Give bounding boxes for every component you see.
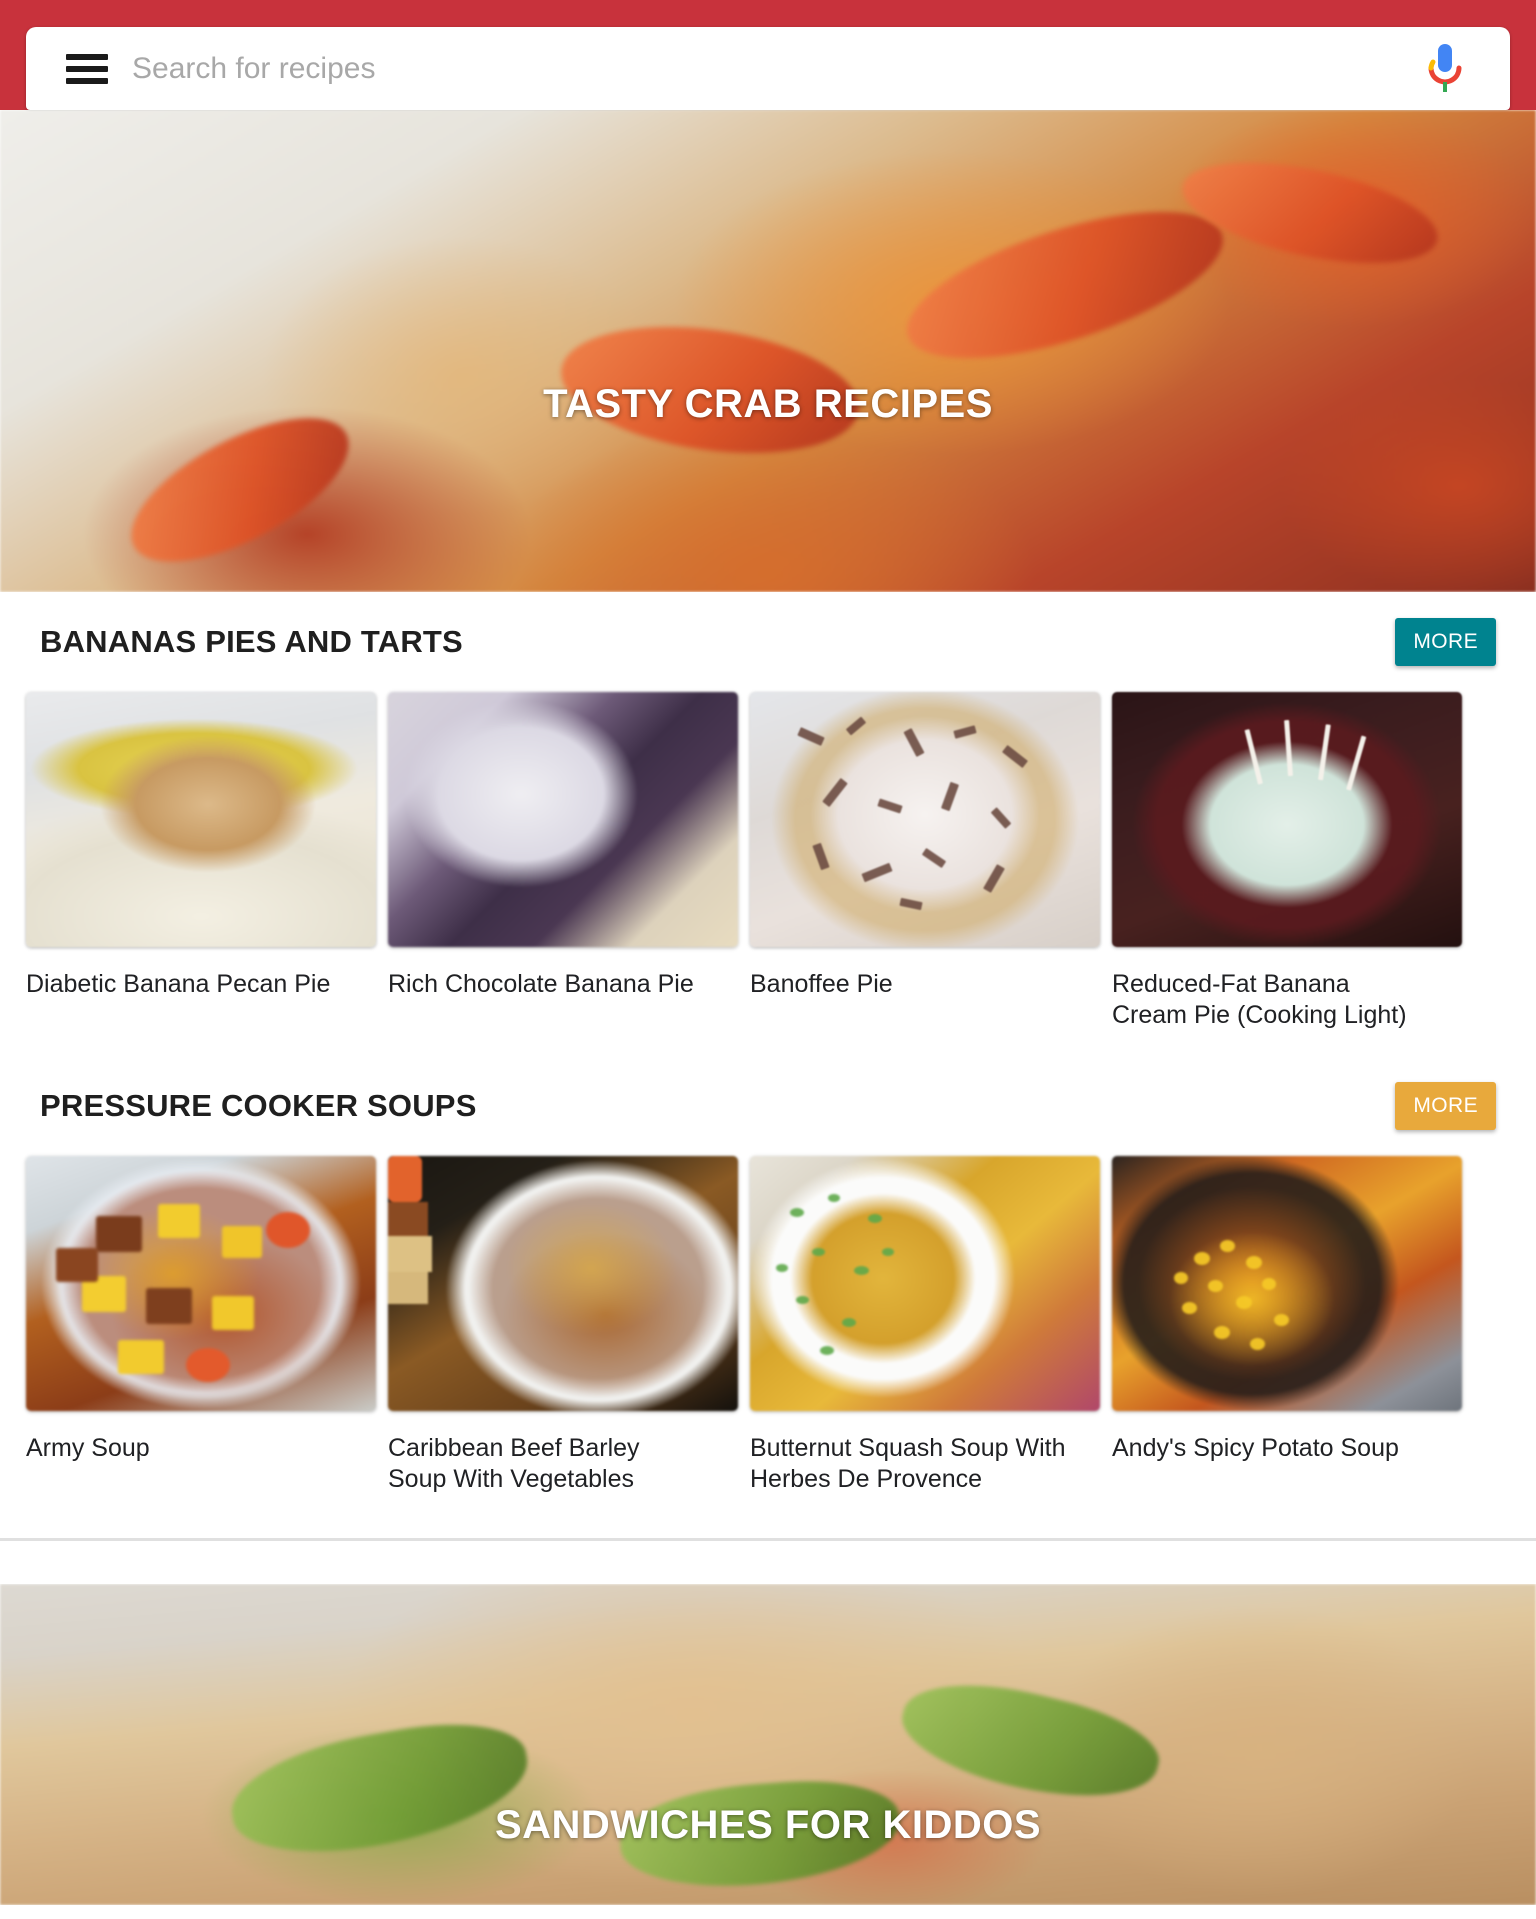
spacer xyxy=(0,1494,1536,1538)
recipe-photo[interactable] xyxy=(388,692,738,947)
recipe-card[interactable]: Andy's Spicy Potato Soup xyxy=(1112,1156,1462,1494)
recipe-card[interactable]: Banoffee Pie xyxy=(750,692,1100,1030)
hero-title: SANDWICHES FOR KIDDOS xyxy=(494,1803,1042,1847)
google-microphone-icon[interactable] xyxy=(1422,40,1468,98)
section-header: BANANAS PIES AND TARTS MORE xyxy=(0,592,1536,692)
search-input[interactable] xyxy=(132,43,1422,94)
recipe-card[interactable]: Diabetic Banana Pecan Pie xyxy=(26,692,376,1030)
recipe-card[interactable]: Army Soup xyxy=(26,1156,376,1494)
recipe-card-row: Army Soup Caribbean Beef Barley Soup Wit… xyxy=(0,1156,1536,1494)
recipe-title: Diabetic Banana Pecan Pie xyxy=(26,970,331,998)
recipe-title: Rich Chocolate Banana Pie xyxy=(388,970,694,998)
recipe-card-row: Diabetic Banana Pecan Pie Rich Chocolate… xyxy=(0,692,1536,1030)
recipe-title: Caribbean Beef Barley Soup With Vegetabl… xyxy=(388,1434,640,1493)
recipe-title: Army Soup xyxy=(26,1434,150,1462)
section-pressure-cooker-soups: PRESSURE COOKER SOUPS MORE Army Soup Car… xyxy=(0,1030,1536,1494)
hamburger-menu-icon[interactable] xyxy=(66,53,108,84)
hero-banner-sandwiches[interactable]: SANDWICHES FOR KIDDOS xyxy=(0,1584,1536,1905)
recipe-photo[interactable] xyxy=(26,692,376,947)
hero-banner-crab[interactable]: TASTY CRAB RECIPES xyxy=(0,110,1536,592)
recipe-card[interactable]: Rich Chocolate Banana Pie xyxy=(388,692,738,1030)
section-title: PRESSURE COOKER SOUPS xyxy=(40,1088,477,1123)
recipe-title: Butternut Squash Soup With Herbes De Pro… xyxy=(750,1434,1066,1493)
spacer xyxy=(0,1541,1536,1584)
recipe-title: Banoffee Pie xyxy=(750,970,893,998)
recipe-card[interactable]: Caribbean Beef Barley Soup With Vegetabl… xyxy=(388,1156,738,1494)
recipe-photo[interactable] xyxy=(26,1156,376,1411)
section-bananas-pies-and-tarts: BANANAS PIES AND TARTS MORE Diabetic Ban… xyxy=(0,592,1536,1030)
recipe-card[interactable]: Butternut Squash Soup With Herbes De Pro… xyxy=(750,1156,1100,1494)
recipe-photo[interactable] xyxy=(750,1156,1100,1411)
recipe-title: Reduced-Fat Banana Cream Pie (Cooking Li… xyxy=(1112,970,1407,1029)
hero-title: TASTY CRAB RECIPES xyxy=(543,382,993,426)
recipe-card[interactable]: Reduced-Fat Banana Cream Pie (Cooking Li… xyxy=(1112,692,1462,1030)
recipe-photo[interactable] xyxy=(1112,1156,1462,1411)
recipe-photo[interactable] xyxy=(388,1156,738,1411)
more-button-bananas[interactable]: MORE xyxy=(1395,618,1496,666)
app-header xyxy=(0,0,1536,110)
recipe-title: Andy's Spicy Potato Soup xyxy=(1112,1434,1399,1462)
section-header: PRESSURE COOKER SOUPS MORE xyxy=(0,1056,1536,1156)
more-button-soups[interactable]: MORE xyxy=(1395,1082,1496,1130)
search-bar[interactable] xyxy=(26,27,1510,110)
recipe-photo[interactable] xyxy=(750,692,1100,947)
recipe-photo[interactable] xyxy=(1112,692,1462,947)
section-title: BANANAS PIES AND TARTS xyxy=(40,624,463,659)
